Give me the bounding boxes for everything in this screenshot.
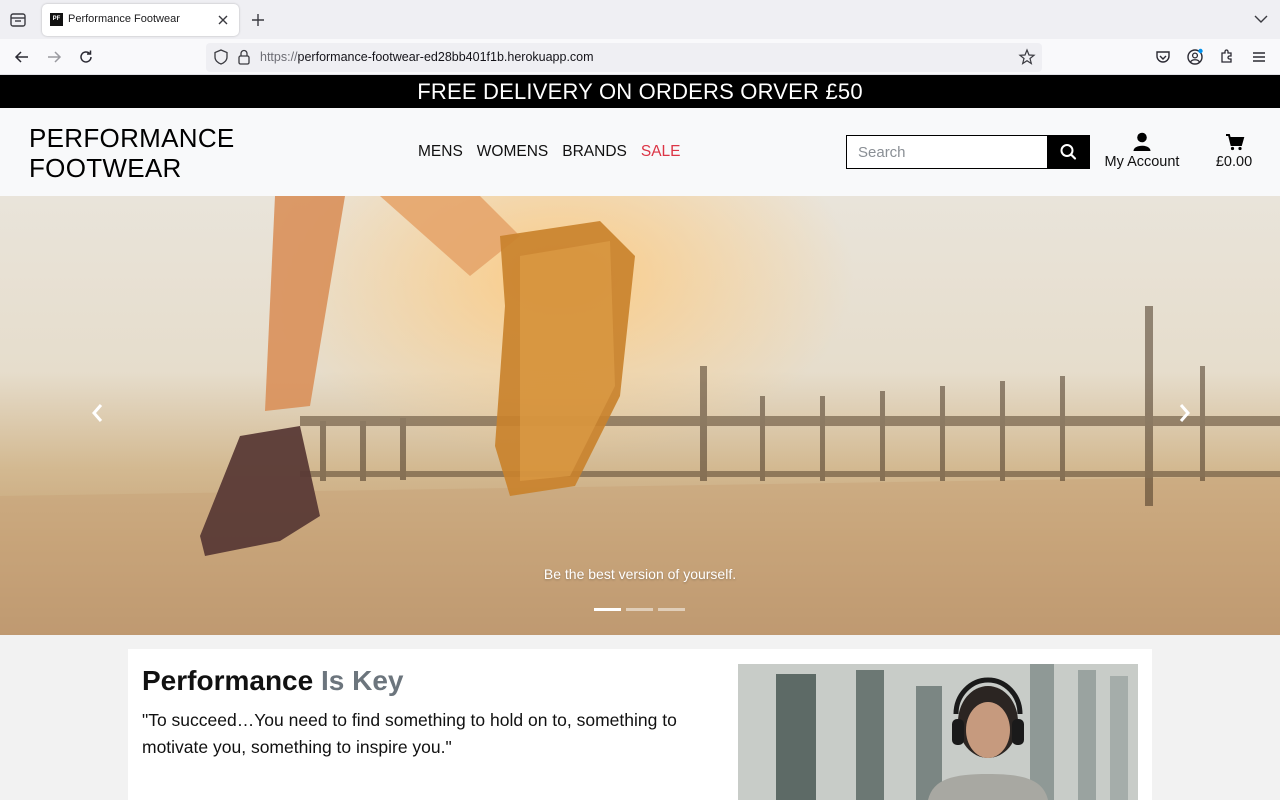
pocket-icon[interactable]	[1153, 47, 1173, 67]
carousel-indicator-3[interactable]	[658, 608, 685, 611]
section-heading: Performance Is Key	[142, 665, 403, 697]
chevron-left-icon	[92, 404, 103, 422]
search-input[interactable]	[846, 135, 1048, 169]
hero-carousel: Be the best version of yourself.	[0, 196, 1280, 635]
chevron-down-icon[interactable]	[1252, 10, 1270, 28]
my-account-link[interactable]: My Account	[1100, 132, 1184, 174]
site-logo[interactable]: PERFORMANCE FOOTWEAR	[29, 123, 235, 183]
nav-mens[interactable]: MENS	[418, 143, 463, 161]
account-icon[interactable]	[1185, 47, 1205, 67]
carousel-prev-button[interactable]	[88, 401, 108, 425]
feature-image	[738, 664, 1138, 800]
favicon: PF	[50, 13, 63, 26]
lock-icon[interactable]	[235, 48, 253, 66]
menu-icon[interactable]	[1249, 47, 1269, 67]
extensions-icon[interactable]	[1217, 47, 1237, 67]
address-bar[interactable]: https://performance-footwear-ed28bb401f1…	[206, 43, 1042, 72]
shopping-bag-link[interactable]: £0.00	[1208, 132, 1260, 174]
tab-list-icon[interactable]	[9, 11, 27, 29]
nav-womens[interactable]: WOMENS	[477, 143, 548, 161]
nav-brands[interactable]: BRANDS	[562, 143, 627, 161]
close-icon[interactable]	[213, 10, 233, 30]
carousel-indicator-2[interactable]	[626, 608, 653, 611]
forward-arrow-icon[interactable]	[44, 47, 64, 67]
logo-line-2: FOOTWEAR	[29, 153, 182, 183]
url-text[interactable]: https://performance-footwear-ed28bb401f1…	[260, 50, 594, 64]
browser-toolbar: https://performance-footwear-ed28bb401f1…	[0, 39, 1280, 75]
tab-title: Performance Footwear	[68, 13, 180, 25]
search-icon	[1060, 144, 1077, 160]
delivery-banner: FREE DELIVERY ON ORDERS ORVER £50	[0, 75, 1280, 108]
url-protocol: https://	[260, 50, 298, 64]
reload-icon[interactable]	[76, 47, 96, 67]
shield-icon[interactable]	[212, 48, 230, 66]
carousel-indicators	[594, 608, 685, 611]
search-form	[846, 135, 1090, 169]
bag-total: £0.00	[1215, 154, 1253, 170]
plus-icon[interactable]	[248, 10, 268, 30]
heading-muted: Is Key	[320, 665, 404, 696]
intro-section: Performance Is Key "To succeed…You need …	[128, 649, 1152, 800]
user-icon	[1133, 132, 1151, 151]
inspirational-quote: "To succeed…You need to find something t…	[142, 710, 677, 757]
url-host: performance-footwear-ed28bb401f1b.heroku…	[297, 50, 594, 64]
back-arrow-icon[interactable]	[12, 47, 32, 67]
browser-tab-bar: PF Performance Footwear	[0, 0, 1280, 39]
main-nav: MENS WOMENS BRANDS SALE	[418, 143, 681, 161]
browser-tab[interactable]: PF Performance Footwear	[42, 4, 239, 36]
logo-line-1: PERFORMANCE	[29, 123, 235, 153]
search-button[interactable]	[1047, 135, 1090, 169]
carousel-next-button[interactable]	[1174, 401, 1194, 425]
nav-sale[interactable]: SALE	[641, 143, 681, 161]
star-icon[interactable]	[1018, 48, 1036, 66]
heading-main: Performance	[142, 665, 314, 696]
account-label: My Account	[1104, 154, 1180, 170]
shopping-cart-icon	[1226, 134, 1245, 151]
site-header: PERFORMANCE FOOTWEAR MENS WOMENS BRANDS …	[0, 108, 1280, 196]
carousel-indicator-1[interactable]	[594, 608, 621, 611]
hero-caption: Be the best version of yourself.	[543, 566, 737, 582]
chevron-right-icon	[1179, 404, 1190, 422]
